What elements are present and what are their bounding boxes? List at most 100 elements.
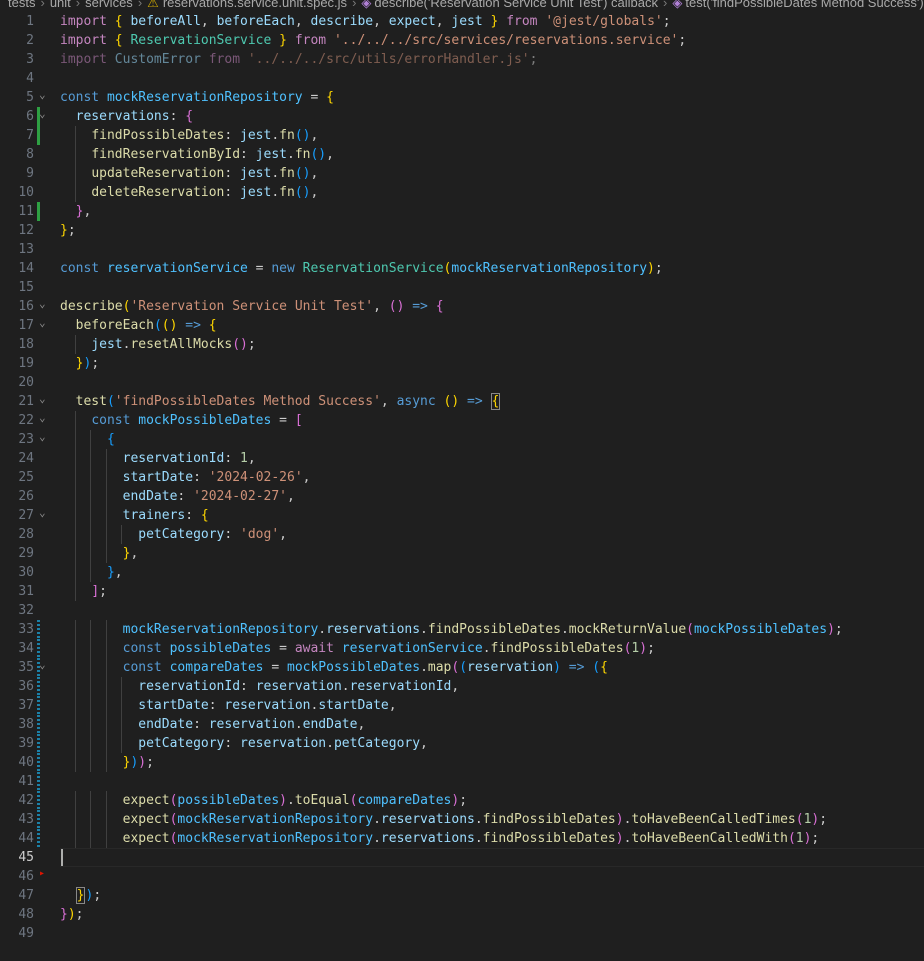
code-token: : xyxy=(208,698,225,713)
code-line[interactable]: 46 ▸ xyxy=(0,867,924,886)
breadcrumb-folder-unit[interactable]: unit xyxy=(50,0,71,10)
code-line[interactable]: 44 expect (mockReservationRepository.rese… xyxy=(0,829,924,848)
fold-chevron-icon[interactable]: ⌄ xyxy=(39,104,53,123)
code-line[interactable]: 6 ⌄ reservations: { xyxy=(0,107,924,126)
code-line[interactable]: 42 expect(possibleDates).toEqual(compare… xyxy=(0,791,924,810)
code-token: await xyxy=(294,641,334,656)
breadcrumb-symbol-describe[interactable]: describe('Reservation Service Unit Test'… xyxy=(374,0,658,10)
code-line[interactable]: 17 ⌄ beforeEach(() => { xyxy=(0,316,924,335)
code-line[interactable]: 36 reservationId: reservation.reservatio… xyxy=(0,677,924,696)
fold-chevron-icon[interactable]: ⌄ xyxy=(39,655,53,674)
code-line[interactable]: 29 }, xyxy=(0,544,924,563)
line-number: 20 xyxy=(18,375,34,390)
code-line[interactable]: 7 findPossibleDates: jest.fn(), xyxy=(0,126,924,145)
code-line[interactable]: 13 xyxy=(0,240,924,259)
added-line-gutter[interactable] xyxy=(37,202,40,221)
code-line[interactable]: 40 })); xyxy=(0,753,924,772)
fold-chevron-icon[interactable]: ⌄ xyxy=(39,313,53,332)
code-line[interactable]: 39 petCategory: reservation.petCategory, xyxy=(0,734,924,753)
code-line[interactable]: 11 }, xyxy=(0,202,924,221)
code-token: ; xyxy=(647,641,655,656)
code-line[interactable]: 2 import { ReservationService } from '../… xyxy=(0,31,924,50)
code-line[interactable]: 49 xyxy=(0,924,924,943)
code-line[interactable]: 34 const possibleDates = await reservati… xyxy=(0,639,924,658)
modified-line-gutter[interactable] xyxy=(37,734,40,753)
breadcrumb-file[interactable]: reservations.service.unit.spec.js xyxy=(163,0,347,10)
code-line[interactable]: 20 xyxy=(0,373,924,392)
code-line[interactable]: 37 startDate: reservation.startDate, xyxy=(0,696,924,715)
code-line[interactable]: 5 ⌄ const mockReservationRepository = { xyxy=(0,88,924,107)
code-line[interactable]: 45 xyxy=(0,848,924,867)
code-line[interactable]: 15 xyxy=(0,278,924,297)
code-line[interactable]: 24 reservationId: 1, xyxy=(0,449,924,468)
fold-chevron-icon[interactable]: ⌄ xyxy=(39,427,53,446)
breadcrumb-folder-tests[interactable]: tests xyxy=(8,0,35,10)
code-token: 'Reservation Service Unit Test' xyxy=(130,299,374,314)
code-line[interactable]: 1 import { beforeAll, beforeEach, describ… xyxy=(0,12,924,31)
code-line[interactable]: 32 xyxy=(0,601,924,620)
code-line[interactable]: 21 ⌄ test('findPossibleDates Method Succe… xyxy=(0,392,924,411)
code-token: mockPossibleDates xyxy=(138,413,272,428)
code-line[interactable]: 33 mockReservationRepository.reservation… xyxy=(0,620,924,639)
code-line[interactable]: 23 ⌄ { xyxy=(0,430,924,449)
code-token: ; xyxy=(678,33,687,48)
code-line[interactable]: 30 }, xyxy=(0,563,924,582)
line-number: 7 xyxy=(26,128,34,143)
code-token: jest xyxy=(240,185,272,200)
modified-line-gutter[interactable] xyxy=(37,829,40,848)
code-line[interactable]: 14 const reservationService = new Reserva… xyxy=(0,259,924,278)
modified-line-gutter[interactable] xyxy=(37,620,40,639)
code-token: beforeEach xyxy=(216,14,295,29)
code-line[interactable]: 35 ⌄ const compareDates = mockPossibleDat… xyxy=(0,658,924,677)
error-marker-icon[interactable]: ▸ xyxy=(39,864,45,883)
code-line[interactable]: 38 endDate: reservation.endDate, xyxy=(0,715,924,734)
code-token: trainers xyxy=(122,508,186,523)
code-line[interactable]: 9 updateReservation: jest.fn(), xyxy=(0,164,924,183)
code-line[interactable]: 8 findReservationById: jest.fn(), xyxy=(0,145,924,164)
code-line[interactable]: 10 deleteReservation: jest.fn(), xyxy=(0,183,924,202)
code-line[interactable]: 41 xyxy=(0,772,924,791)
modified-line-gutter[interactable] xyxy=(37,753,40,772)
fold-chevron-icon[interactable]: ⌄ xyxy=(39,294,53,313)
code-token: '2024-02-27' xyxy=(193,489,287,504)
code-token: ; xyxy=(91,356,100,371)
code-line[interactable]: 12}; xyxy=(0,221,924,240)
breadcrumb-symbol-test[interactable]: test('findPossibleDates Method Success') xyxy=(685,0,923,10)
code-line[interactable]: 3 import CustomError from '../../../src/u… xyxy=(0,50,924,69)
modified-line-gutter[interactable] xyxy=(37,677,40,696)
modified-line-gutter[interactable] xyxy=(37,772,40,791)
added-line-gutter[interactable] xyxy=(37,126,40,145)
code-token: . xyxy=(373,812,381,827)
fold-chevron-icon[interactable]: ⌄ xyxy=(39,389,53,408)
code-line[interactable]: 47 }); xyxy=(0,886,924,905)
code-line[interactable]: 43 expect (mockReservationRepository.rese… xyxy=(0,810,924,829)
modified-line-gutter[interactable] xyxy=(37,696,40,715)
code-line[interactable]: 16 ⌄ describe('Reservation Service Unit Te… xyxy=(0,297,924,316)
code-token: ( xyxy=(592,660,601,675)
fold-chevron-icon[interactable]: ⌄ xyxy=(39,408,53,427)
code-line[interactable]: 19 }); xyxy=(0,354,924,373)
modified-line-gutter[interactable] xyxy=(37,810,40,829)
code-line[interactable]: 22 ⌄ const mockPossibleDates = [ xyxy=(0,411,924,430)
modified-line-gutter[interactable] xyxy=(37,791,40,810)
code-line[interactable]: 27 ⌄ trainers: { xyxy=(0,506,924,525)
breadcrumb-folder-services[interactable]: services xyxy=(85,0,133,10)
code-line[interactable]: 4 xyxy=(0,69,924,88)
code-token: startDate xyxy=(318,698,389,713)
code-token: findPossibleDates xyxy=(482,812,616,827)
code-line[interactable]: 48}); xyxy=(0,905,924,924)
fold-chevron-icon[interactable]: ⌄ xyxy=(39,503,53,522)
fold-chevron-icon[interactable]: ⌄ xyxy=(39,85,53,104)
line-number: 19 xyxy=(18,356,34,371)
code-token: from xyxy=(294,33,327,48)
modified-line-gutter[interactable] xyxy=(37,715,40,734)
code-line[interactable]: 18 jest.resetAllMocks(); xyxy=(0,335,924,354)
code-line[interactable]: 26 endDate: '2024-02-27', xyxy=(0,487,924,506)
code-line[interactable]: 31 ]; xyxy=(0,582,924,601)
code-line[interactable]: 28 petCategory: 'dog', xyxy=(0,525,924,544)
code-line[interactable]: 25 startDate: '2024-02-26', xyxy=(0,468,924,487)
code-editor[interactable]: 1 import { beforeAll, beforeEach, describ… xyxy=(0,12,924,961)
